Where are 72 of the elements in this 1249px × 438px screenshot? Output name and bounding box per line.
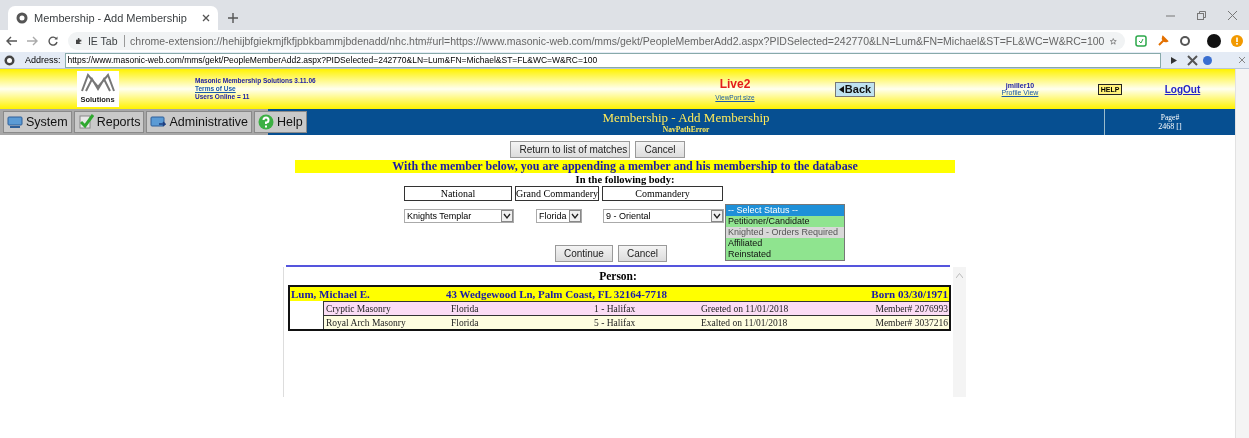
caret-down-icon [569, 210, 581, 222]
page-title: Membership - Add Membership [602, 110, 770, 125]
help-circle-icon[interactable] [1203, 55, 1212, 65]
address-field[interactable]: https://www.masonic-web.com/mms/gekt/PeopleMemberAdd2.aspx?PIDSelected=242770&LN=Lum&FN=Michael&ST=FL&WC=W&RC=100 [64, 52, 1161, 68]
section-heading: Person: [598, 269, 638, 284]
caret-down-icon [501, 210, 513, 222]
back-caret-icon [838, 85, 844, 93]
notice-banner: With the member below, you are appending a member and his membership to the database [295, 160, 955, 173]
column-header: Grand Commandery [515, 186, 599, 201]
forward-arrow-icon[interactable] [27, 36, 38, 46]
return-button[interactable]: Return to list of matches [510, 141, 631, 158]
table-cell-text: 5 - Halifax [594, 317, 637, 328]
reload-icon[interactable] [48, 36, 58, 46]
address-bar[interactable]: IE Tab chrome-extension://hehijbfgiekmjfkfjpbkbammjbdenadd/nhc.htm#url=https://www.masonic-web.com/mms/gekt/PeopleMemberAdd2.aspx?PIDSelected=242770&LN=Lum&FN=Michael&ST=FL&WC=W&RC=100 [68, 32, 1125, 50]
cancel-button[interactable]: Cancel [617, 245, 668, 262]
back-button[interactable]: Back [834, 81, 876, 97]
url-text: chrome-extension://hehijbfgiekmjfkfjpbkbammjbdenadd/nhc.htm#url=https://www.masonic-web.com/mms/gekt/PeopleMemberAdd2.aspx?PIDSelected=242770&LN=Lum&FN=Michael&ST=FL&WC=W&RC=100 [130, 35, 1105, 47]
address-label: Address: [25, 55, 61, 65]
checkmark-icon [77, 114, 94, 130]
page-number: 2468 [] [1158, 122, 1182, 131]
monitor-icon [7, 114, 23, 130]
birth-date: Born 03/30/1971 [871, 288, 948, 300]
extension-icon[interactable] [1157, 35, 1169, 47]
table-cell-text: Greeted on 11/01/2018 [701, 303, 790, 314]
ie-tab-icon [4, 54, 15, 66]
profile-avatar-icon[interactable] [1207, 34, 1221, 48]
column-header: Commandery [602, 186, 723, 201]
table-cell: Member# 3037216 [875, 317, 949, 328]
dropdown[interactable]: 9 - Oriental [603, 209, 724, 223]
menu-item[interactable]: Reports [73, 111, 145, 133]
section-heading: In the following body: [574, 173, 676, 186]
globe-icon [16, 12, 28, 24]
table-cell-text: Cryptic Masonry [325, 303, 392, 314]
close-icon[interactable] [202, 14, 210, 22]
star-icon[interactable] [1110, 35, 1117, 47]
restore-icon[interactable] [1197, 10, 1206, 20]
scroll-up-icon [956, 273, 963, 278]
table-cell: Member# 2076993 [875, 303, 949, 314]
caret-down-icon [711, 210, 723, 222]
environment-name: Live2 [719, 77, 751, 91]
tools-icon[interactable] [1187, 54, 1199, 66]
list-option[interactable]: Reinstated [726, 249, 844, 260]
column-header: National [404, 186, 512, 201]
help-icon [257, 114, 274, 130]
table-cell-text: Royal Arch Masonry [325, 317, 407, 328]
table-cell-text: Florida [451, 317, 480, 328]
table-cell-text: Florida [451, 303, 480, 314]
menu-item[interactable]: System [3, 111, 72, 133]
logout-link[interactable]: LogOut [1164, 83, 1201, 95]
menu-item[interactable]: Administrative [146, 111, 252, 133]
new-tab-icon[interactable] [228, 13, 238, 23]
list-option[interactable]: Petitioner/Candidate [726, 216, 844, 227]
play-icon[interactable] [1171, 56, 1177, 64]
tab-title: Membership - Add Membership [34, 12, 188, 24]
person-address: 43 Wedgewood Ln, Palm Coast, FL 32164-7718 [446, 288, 669, 300]
back-arrow-icon[interactable] [6, 36, 17, 46]
close-icon[interactable] [1228, 10, 1237, 20]
browser-tab[interactable]: Membership - Add Membership [8, 6, 218, 30]
person-name: Lum, Michael E. [291, 288, 371, 300]
dropdown[interactable]: Florida [536, 209, 582, 223]
table-cell-text: 1 - Halifax [594, 303, 637, 314]
extension-icon[interactable] [1179, 35, 1191, 47]
alert-icon[interactable] [1231, 35, 1243, 47]
cancel-button[interactable]: Cancel [635, 141, 685, 158]
list-option[interactable]: Affiliated [726, 238, 844, 249]
menu-item[interactable]: Help [253, 111, 307, 133]
extension-label: IE Tab [87, 35, 118, 47]
dropdown[interactable]: Knights Templar [404, 209, 514, 223]
extension-icon[interactable] [1135, 35, 1147, 47]
puzzle-icon [76, 36, 82, 46]
table-cell-text: Exalted on 11/01/2018 [701, 317, 789, 328]
continue-button[interactable]: Continue [554, 245, 613, 262]
